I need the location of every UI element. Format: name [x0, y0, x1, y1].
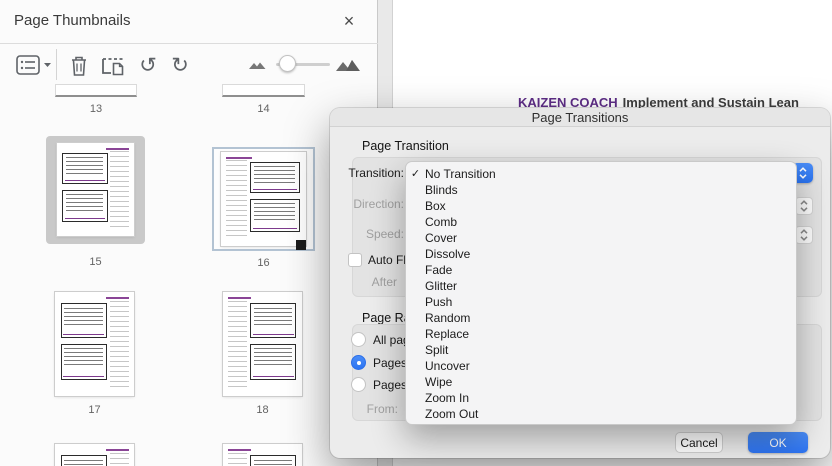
section-page-transition: Page Transition: [362, 139, 449, 153]
menu-item-box[interactable]: Box: [406, 198, 796, 214]
mini-slide-box: [62, 153, 108, 184]
mini-slide-box: [249, 455, 297, 466]
mini-slide-box: [60, 455, 108, 466]
menu-item-fade[interactable]: Fade: [406, 262, 796, 278]
thumbnail-page-17[interactable]: [55, 292, 134, 396]
mini-slide-box: [62, 189, 108, 223]
delete-page-button[interactable]: [66, 52, 92, 78]
menu-item-dissolve[interactable]: Dissolve: [406, 246, 796, 262]
menu-item-zoom-in[interactable]: Zoom In: [406, 390, 796, 406]
menu-item-wipe[interactable]: Wipe: [406, 374, 796, 390]
ok-button[interactable]: OK: [748, 432, 808, 453]
thumbnail-label-17: 17: [88, 404, 101, 416]
transition-label: Transition:: [348, 166, 404, 180]
rotate-left-button[interactable]: ↺: [134, 52, 162, 78]
popup-chevrons-icon: [798, 167, 807, 179]
rotate-right-button[interactable]: ↻: [166, 52, 194, 78]
mini-header-rule: [105, 297, 130, 300]
thumbnail-page-14[interactable]: [222, 84, 305, 97]
menu-item-comb[interactable]: Comb: [406, 214, 796, 230]
mini-note-lines: [110, 151, 130, 231]
popup-chevrons-icon: [800, 200, 808, 212]
mini-note-lines: [227, 453, 248, 466]
thumbnail-label-13: 13: [89, 103, 103, 115]
mini-note-lines: [109, 453, 130, 466]
menu-item-random[interactable]: Random: [406, 310, 796, 326]
menu-item-split[interactable]: Split: [406, 342, 796, 358]
rotate-right-icon: ↻: [171, 53, 189, 77]
zoom-small-button[interactable]: [247, 52, 267, 78]
small-mountain-icon: [248, 62, 265, 69]
mini-slide-box: [249, 199, 301, 232]
menu-item-glitter[interactable]: Glitter: [406, 278, 796, 294]
thumbnail-label-15: 15: [89, 256, 102, 268]
panel-title: Page Thumbnails: [14, 12, 131, 29]
current-page-handle[interactable]: [296, 240, 306, 250]
direction-popup-button[interactable]: [795, 197, 813, 215]
pages-range-label: Pages: [373, 378, 408, 392]
from-label: From:: [366, 402, 398, 416]
mini-header-rule: [227, 297, 252, 300]
trash-icon: [72, 56, 86, 76]
panel-divider: [0, 43, 378, 44]
menu-item-uncover[interactable]: Uncover: [406, 358, 796, 374]
after-label: After: [371, 275, 397, 289]
dialog-title: Page Transitions: [330, 108, 830, 127]
rotate-left-icon: ↺: [139, 53, 157, 77]
speed-popup-button[interactable]: [795, 226, 813, 244]
auto-flip-checkbox[interactable]: [348, 253, 362, 267]
mini-slide-box: [60, 344, 108, 381]
thumbnail-page-19[interactable]: [55, 444, 134, 466]
mini-header-rule: [226, 156, 252, 159]
zoom-large-button[interactable]: [335, 52, 361, 78]
large-mountains-icon: [336, 60, 360, 71]
mini-header-rule: [105, 449, 130, 452]
mini-slide-box: [60, 303, 108, 338]
pages-range-radio[interactable]: [351, 377, 366, 392]
menu-item-zoom-out[interactable]: Zoom Out: [406, 406, 796, 422]
menu-item-push[interactable]: Push: [406, 294, 796, 310]
mini-header-rule: [227, 449, 252, 452]
thumbnail-page-18[interactable]: [223, 292, 302, 396]
menu-item-cover[interactable]: Cover: [406, 230, 796, 246]
page-thumbnails-panel: Page Thumbnails × ↺ ↻ 13 14 15 16 17 18: [0, 0, 378, 466]
list-options-icon: [16, 55, 40, 75]
thumbnail-label-18: 18: [256, 404, 269, 416]
mini-note-lines: [227, 301, 248, 390]
transition-dropdown-menu: ✓ No Transition Blinds Box Comb Cover Dis…: [405, 161, 797, 425]
menu-item-replace[interactable]: Replace: [406, 326, 796, 342]
menu-item-no-transition[interactable]: ✓ No Transition: [406, 166, 796, 182]
pages-selected-radio[interactable]: [351, 355, 366, 370]
pages-selected-label: Pages: [373, 356, 408, 370]
all-pages-radio[interactable]: [351, 332, 366, 347]
thumbnail-page-13[interactable]: [55, 84, 137, 97]
app-window: KAIZEN COACH Implement and Sustain Lean P…: [0, 0, 832, 466]
mini-header-rule: [106, 147, 130, 150]
toolbar-separator: [56, 49, 57, 80]
thumbnail-label-14: 14: [257, 103, 270, 115]
mini-note-lines: [226, 160, 248, 241]
thumbnail-page-15[interactable]: [57, 143, 134, 236]
popup-chevrons-icon: [800, 229, 808, 241]
auto-flip-label: Auto Fl: [368, 253, 407, 267]
mini-slide-box: [249, 303, 297, 338]
chevron-down-icon: [44, 63, 51, 67]
thumbnail-page-20[interactable]: [223, 444, 302, 466]
thumbnail-page-16[interactable]: [221, 152, 306, 246]
thumbnail-label-16: 16: [257, 257, 270, 269]
insert-extract-page-icon: [102, 58, 124, 76]
thumbnail-zoom-slider-knob[interactable]: [279, 55, 296, 72]
thumbnail-options-button[interactable]: [12, 52, 56, 78]
mini-slide-box: [249, 344, 297, 381]
close-icon[interactable]: ×: [338, 10, 360, 32]
cancel-button[interactable]: Cancel: [675, 432, 723, 453]
speed-label: Speed:: [365, 227, 404, 241]
menu-item-blinds[interactable]: Blinds: [406, 182, 796, 198]
direction-label: Direction:: [353, 197, 404, 211]
mini-note-lines: [109, 301, 130, 390]
checkmark-icon: ✓: [410, 168, 421, 180]
insert-page-button[interactable]: [99, 52, 127, 78]
mini-slide-box: [249, 162, 301, 194]
